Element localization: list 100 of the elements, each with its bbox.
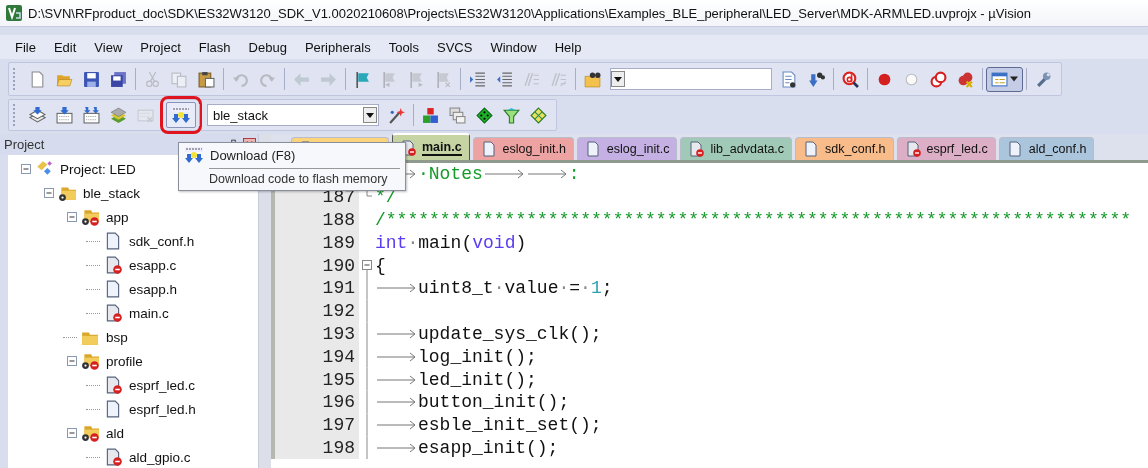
menu-item[interactable]: Flash [189, 39, 240, 55]
menu-item[interactable]: File [6, 39, 45, 55]
expander-icon[interactable] [67, 212, 77, 222]
diamond-icon [476, 106, 493, 124]
grid-arrow-icon [56, 106, 73, 124]
code-token: · [558, 278, 570, 299]
scissors-icon [144, 70, 161, 88]
tree-item[interactable]: esapp.c [129, 257, 177, 273]
menu-item[interactable]: Project [131, 39, 190, 55]
arrow-binoculars-icon [808, 70, 825, 88]
menu-item[interactable]: Peripherals [295, 39, 380, 55]
code-token: = [569, 278, 581, 299]
document-icon [104, 232, 122, 250]
line-number: 197 [322, 415, 355, 436]
code-token: void [472, 232, 516, 253]
menu-item[interactable]: Debug [239, 39, 296, 55]
indent-icon [469, 70, 486, 88]
tree-item[interactable]: esapp.h [129, 281, 178, 297]
tree-item[interactable]: profile [106, 353, 143, 369]
clipboard-icon [198, 70, 215, 88]
menu-item[interactable]: View [85, 39, 132, 55]
magic-wand-icon [388, 106, 405, 124]
tree-item[interactable]: Project: LED [60, 161, 136, 177]
window-title: D:\SVN\RFproduct_doc\SDK\ES32W3120_SDK_V1.0020210608\Projects\ES32W3120\Applications\Examples_BLE_peripheral\LED_Server\MDK-ARM\LED.uvprojx - µVision [28, 5, 1031, 21]
stacked-windows-icon [449, 106, 466, 124]
caret-icon [1010, 75, 1018, 83]
file-tab[interactable]: lib_advdata.c [680, 137, 793, 160]
document-minus-icon [104, 304, 122, 322]
colored-blocks-icon [422, 106, 439, 124]
document-binoculars-icon [781, 70, 798, 88]
download-icon [184, 146, 204, 164]
code-token: uint8_t [418, 278, 494, 299]
grid-arrows-icon [83, 106, 100, 124]
dropdown-field[interactable] [610, 68, 772, 90]
line-number: 198 [322, 437, 355, 458]
file-tab[interactable]: ald_conf.h [998, 137, 1095, 160]
dots-cross-icon [957, 70, 974, 88]
tab-arrow-icon [375, 351, 418, 362]
file-tab[interactable]: eslog_init.c [576, 137, 678, 160]
line-number: 189 [322, 232, 355, 253]
code-token: · [407, 232, 419, 253]
code-token: { [375, 255, 386, 276]
window-button[interactable] [986, 66, 1023, 92]
menu-item[interactable]: SVCS [428, 39, 482, 55]
tab-arrow-icon [375, 283, 418, 294]
copy-icon [171, 70, 188, 88]
tree-item[interactable]: app [106, 209, 129, 225]
menu-item[interactable]: Tools [379, 39, 428, 55]
window-icon [991, 70, 1008, 88]
expander-icon[interactable] [44, 188, 54, 198]
document-minus-icon [104, 376, 122, 394]
folder-gear-minus-icon [81, 352, 99, 370]
expander-icon[interactable] [67, 428, 77, 438]
menu-item[interactable]: Window [481, 39, 546, 55]
expander-icon[interactable] [21, 164, 31, 174]
flag-icon [354, 70, 371, 88]
expander-icon[interactable] [67, 356, 77, 366]
tooltip-title: Download (F8) [210, 147, 296, 163]
code-token: : [568, 164, 580, 185]
two-circles-icon [930, 70, 947, 88]
magnifier-icon [842, 70, 859, 88]
code-token: esble_init_set(); [418, 415, 602, 436]
tree-item[interactable]: ble_stack [83, 185, 141, 201]
menu-item[interactable]: Edit [44, 39, 86, 55]
tree-item[interactable]: sdk_conf.h [129, 233, 195, 249]
tree-item[interactable]: ald_gpio.c [129, 449, 191, 465]
tooltip-text: Download code to flash memory [208, 172, 389, 186]
line-number: 191 [322, 278, 355, 299]
file-tab[interactable]: eslog_init.h [472, 137, 574, 160]
save-icon [83, 70, 100, 88]
tab-arrow-icon [525, 169, 569, 180]
funnel-icon [503, 106, 520, 124]
diamond-grid-icon [530, 106, 547, 124]
line-number: 193 [322, 323, 355, 344]
code-token: · [493, 278, 505, 299]
tree-item[interactable]: bsp [106, 329, 128, 345]
tree-item[interactable]: esprf_led.h [129, 401, 196, 417]
line-number: 195 [322, 369, 355, 390]
folder-gear-minus-icon [81, 424, 99, 442]
dropdown-field[interactable]: ble_stack [207, 104, 379, 126]
wrench-icon [1035, 70, 1052, 88]
app-logo-icon [6, 5, 22, 21]
file-tab[interactable]: sdk_conf.h [795, 137, 894, 160]
tab-arrow-icon [375, 442, 418, 453]
fold-toggle-icon[interactable] [362, 260, 372, 278]
unindent-icon [496, 70, 513, 88]
file-tab[interactable]: esprf_led.c [896, 137, 996, 160]
tree-item[interactable]: ald [106, 425, 124, 441]
menu-item[interactable]: Help [545, 39, 591, 55]
tree-item[interactable]: main.c [129, 305, 169, 321]
tree-item[interactable]: esprf_led.c [129, 377, 196, 393]
line-number: 192 [322, 301, 355, 322]
uncomment-lines-icon [550, 70, 567, 88]
document-minus-icon [904, 141, 921, 157]
caret-icon [611, 71, 625, 87]
tab-arrow-icon [375, 420, 418, 431]
stack-arrow-icon [29, 106, 46, 124]
code-token: int [375, 232, 408, 253]
code-token: led_init(); [418, 369, 537, 390]
line-number: 190 [322, 255, 355, 276]
